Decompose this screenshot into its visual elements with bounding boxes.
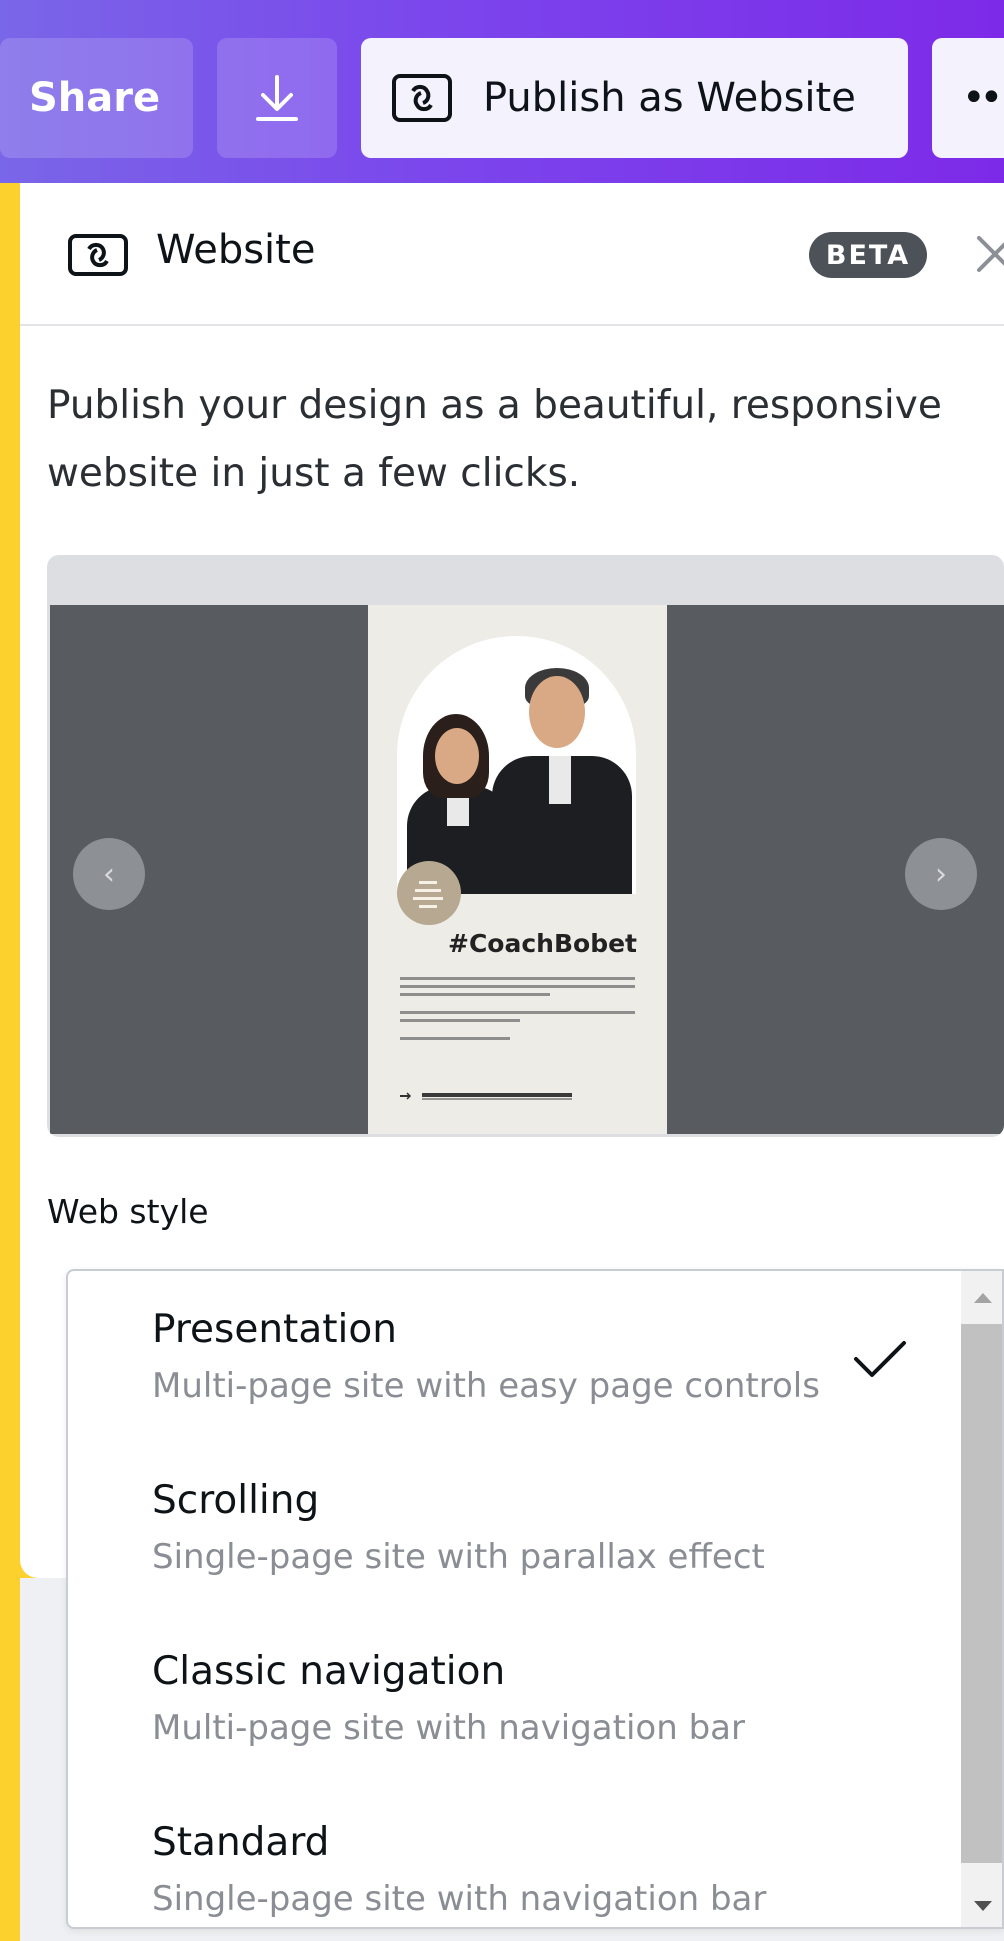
poster-thumbnail: #CoachBobet [368,605,667,1134]
scroll-down-arrow-icon[interactable] [974,1901,992,1911]
panel-header: Website BETA [20,183,1004,326]
more-label: •• [962,75,1003,121]
option-scrolling[interactable]: Scrolling Single-page site with parallax… [152,1478,765,1577]
website-link-icon [392,74,452,122]
beta-badge: BETA [809,232,927,278]
scrollbar-thumb[interactable] [961,1324,1002,1863]
publish-as-website-button[interactable]: Publish as Website [361,38,908,158]
website-preview: #CoachBobet ‹ › [47,555,1004,1137]
option-description: Single-page site with navigation bar [152,1879,767,1919]
panel-title: Website [156,227,316,273]
chevron-right-icon: › [935,856,947,892]
next-slide-button[interactable]: › [905,838,977,910]
poster-badge [397,861,461,925]
more-options-button[interactable]: •• [932,38,1004,158]
option-classic-navigation[interactable]: Classic navigation Multi-page site with … [152,1649,745,1748]
publish-label: Publish as Website [483,75,856,121]
web-style-label: Web style [47,1192,209,1231]
preview-stage: #CoachBobet [50,605,1004,1134]
website-link-icon [68,234,128,276]
close-icon[interactable] [973,232,1004,276]
checkmark-icon [854,1341,906,1377]
option-standard[interactable]: Standard Single-page site with navigatio… [152,1820,766,1919]
web-style-dropdown[interactable]: Presentation Multi-page site with easy p… [66,1269,1004,1929]
previous-slide-button[interactable]: ‹ [73,838,145,910]
arrow-right-icon [400,1092,572,1100]
download-icon [256,75,298,121]
chevron-left-icon: ‹ [103,856,115,892]
panel-description: Publish your design as a beautiful, resp… [47,383,942,496]
poster-title: #CoachBobet [448,929,637,958]
option-presentation[interactable]: Presentation Multi-page site with easy p… [152,1307,820,1406]
option-title: Classic navigation [152,1649,506,1694]
option-title: Scrolling [152,1478,320,1523]
portrait-photo [397,636,636,894]
download-button[interactable] [217,38,337,158]
scroll-up-arrow-icon[interactable] [974,1293,992,1303]
share-button[interactable]: Share [0,38,193,158]
option-title: Presentation [152,1307,397,1352]
share-label: Share [29,75,161,121]
option-description: Multi-page site with easy page controls [152,1366,820,1406]
option-description: Single-page site with parallax effect [152,1537,765,1577]
top-toolbar: Share Publish as Website •• [0,0,1004,183]
option-title: Standard [152,1820,330,1865]
option-description: Multi-page site with navigation bar [152,1708,745,1748]
